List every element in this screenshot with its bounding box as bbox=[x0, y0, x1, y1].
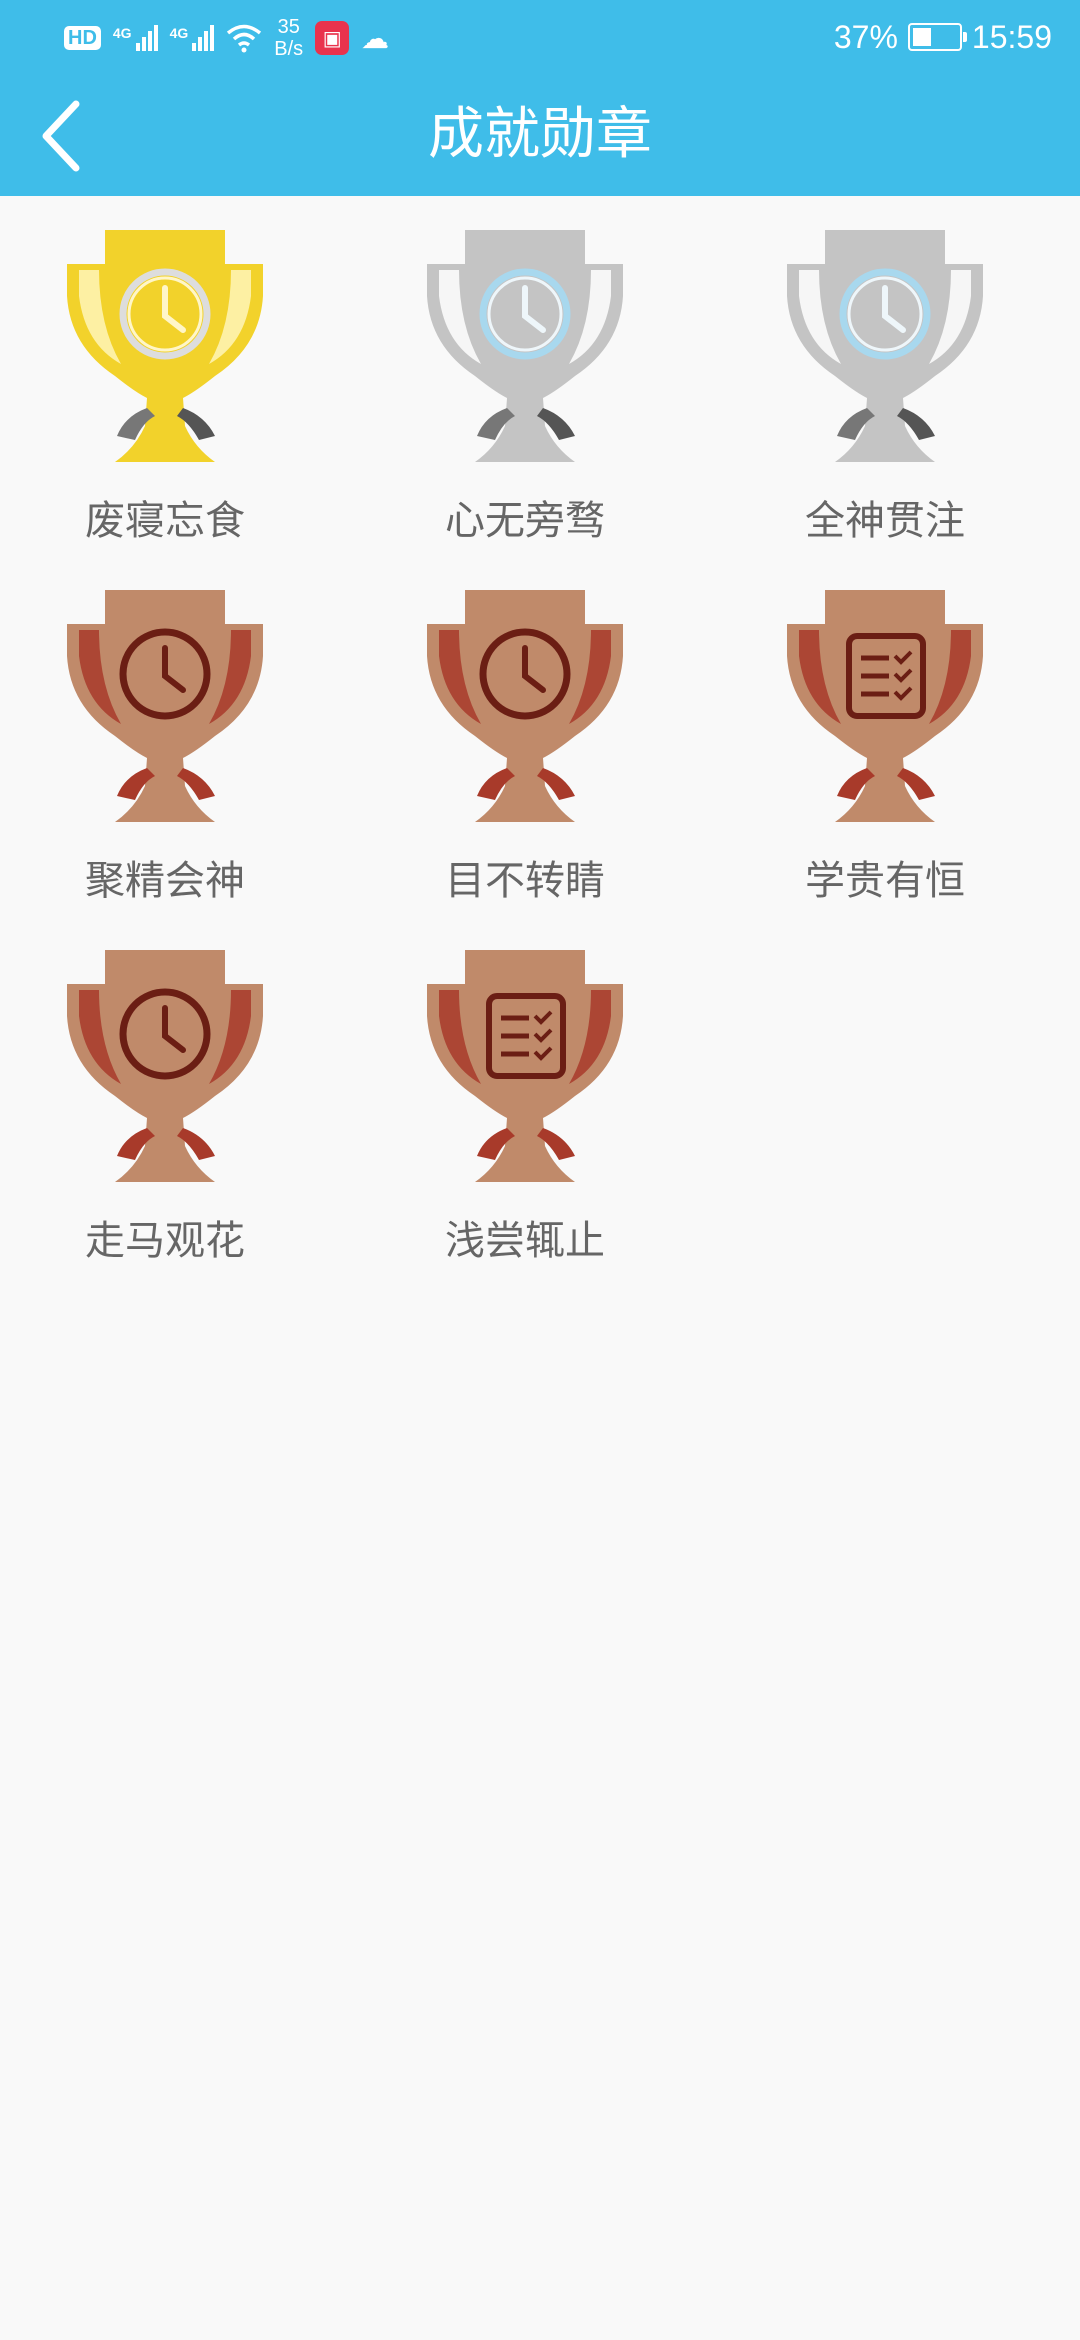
trophy-icon bbox=[427, 950, 623, 1182]
trophy-icon bbox=[427, 230, 623, 462]
trophy-icon bbox=[427, 590, 623, 822]
trophy-cup bbox=[787, 590, 983, 822]
medal-label: 废寝忘食 bbox=[85, 498, 245, 544]
medal-item[interactable]: 学贵有恒 bbox=[735, 556, 1035, 916]
medal-item[interactable]: 浅尝辄止 bbox=[375, 916, 675, 1276]
trophy-icon bbox=[67, 230, 263, 462]
status-icons-right: 37% 15:59 bbox=[834, 16, 1052, 58]
trophy-icon bbox=[787, 590, 983, 822]
trophy-cup bbox=[67, 950, 263, 1182]
medal-item[interactable]: 走马观花 bbox=[15, 916, 315, 1276]
wifi-icon bbox=[227, 24, 262, 53]
medal-label: 心无旁骛 bbox=[445, 498, 605, 544]
medal-item[interactable]: 全神贯注 bbox=[735, 196, 1035, 556]
trophy-cup bbox=[427, 950, 623, 1182]
clock-time: 15:59 bbox=[971, 18, 1052, 55]
medal-item[interactable]: 废寝忘食 bbox=[15, 196, 315, 556]
medal-label: 走马观花 bbox=[85, 1218, 245, 1264]
trophy-cup bbox=[67, 590, 263, 822]
sim2-signal-icon: 4G bbox=[170, 25, 215, 51]
battery-percent: 37% bbox=[833, 18, 898, 55]
medal-label: 学贵有恒 bbox=[805, 858, 965, 904]
app-bar: 成就勋章 bbox=[0, 74, 1080, 196]
network-speed: 35 B/s bbox=[274, 16, 304, 60]
hd-voice-badge: HD bbox=[64, 26, 101, 50]
book-app-notification-icon: ▣ bbox=[315, 21, 350, 55]
status-bar: HD 4G 4G 35 B/s ▣ ☁ 37% 15:59 bbox=[0, 0, 1080, 74]
trophy-icon bbox=[787, 230, 983, 462]
battery-charging-icon bbox=[907, 23, 967, 51]
medal-label: 聚精会神 bbox=[85, 858, 245, 904]
trophy-icon bbox=[67, 590, 263, 822]
medal-item[interactable]: 目不转睛 bbox=[375, 556, 675, 916]
trophy-cup bbox=[787, 230, 983, 462]
medal-item[interactable]: 聚精会神 bbox=[15, 556, 315, 916]
medal-label: 浅尝辄止 bbox=[445, 1218, 605, 1264]
trophy-cup bbox=[67, 230, 263, 462]
medal-item[interactable]: 心无旁骛 bbox=[375, 196, 675, 556]
trophy-icon bbox=[67, 950, 263, 1182]
sim1-signal-icon: 4G bbox=[113, 25, 158, 51]
cloud-upload-icon: ☁ bbox=[361, 21, 390, 55]
medal-label: 目不转睛 bbox=[445, 858, 605, 904]
status-icons-left: HD 4G 4G 35 B/s ▣ ☁ bbox=[64, 14, 389, 62]
medal-label: 全神贯注 bbox=[805, 498, 965, 544]
page-title: 成就勋章 bbox=[428, 102, 652, 167]
trophy-cup bbox=[427, 230, 623, 462]
trophy-cup bbox=[427, 590, 623, 822]
